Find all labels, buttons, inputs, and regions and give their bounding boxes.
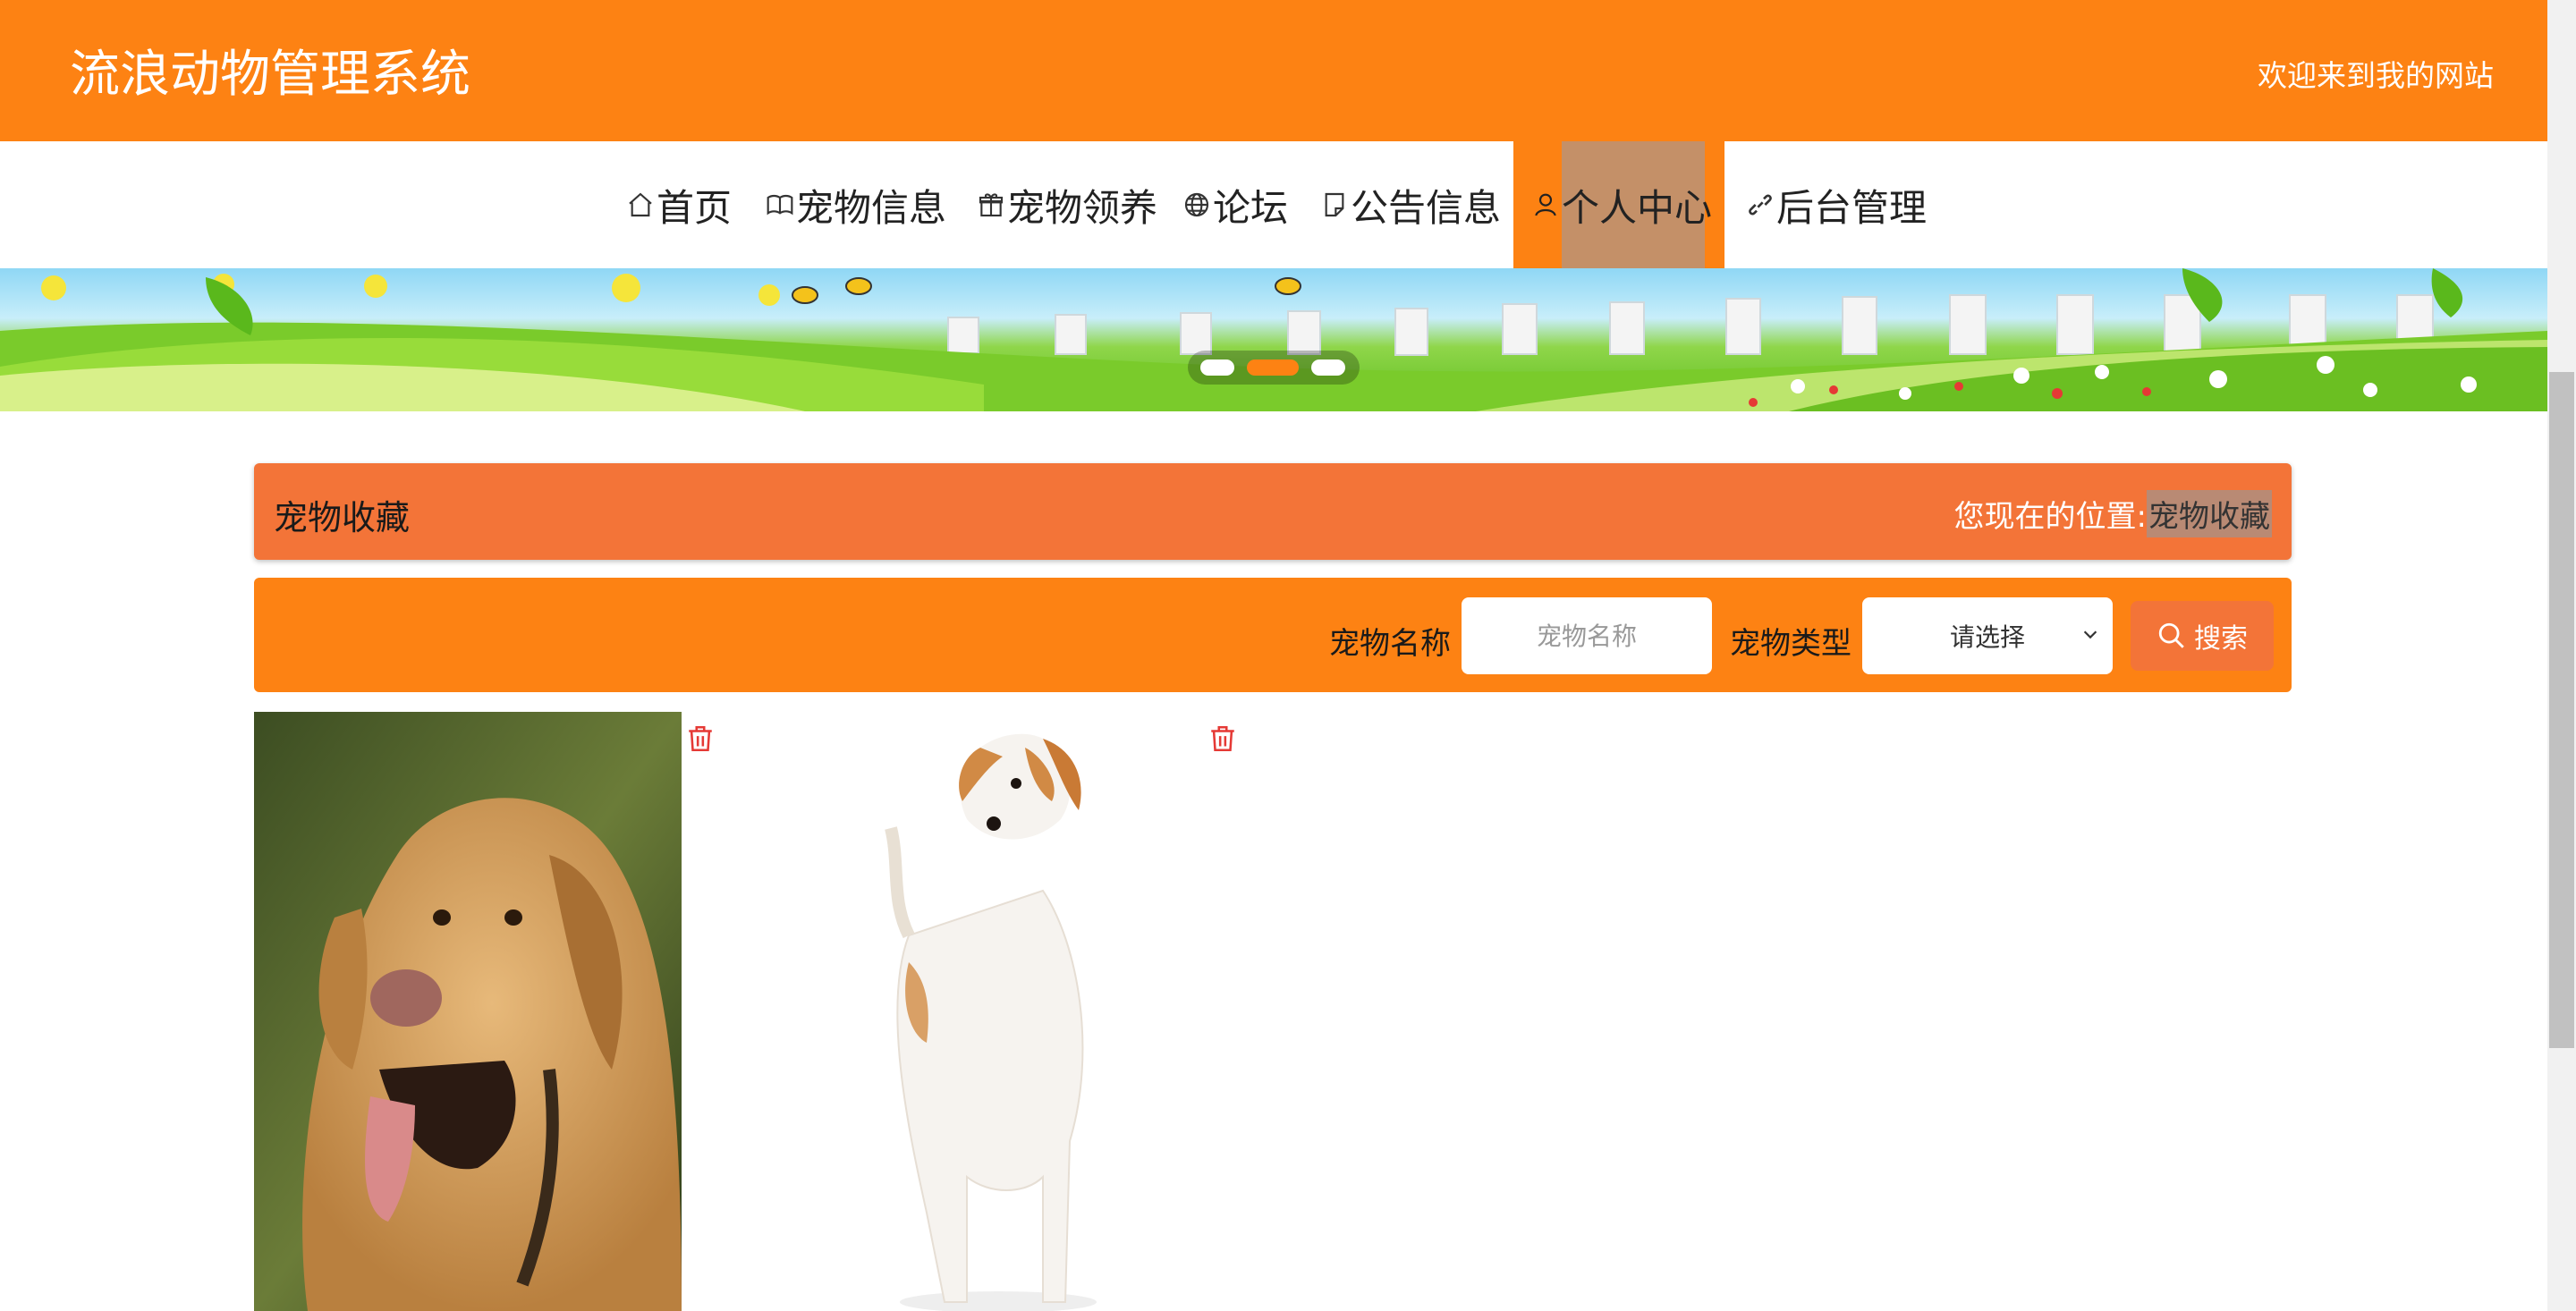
- breadcrumb: 您现在的位置: 宠物收藏: [1954, 490, 2272, 537]
- main-nav: 首页 宠物信息 宠物领养 论坛 公告信息 个人中心 后台管理: [0, 141, 2547, 268]
- welcome-text: 欢迎来到我的网站: [2258, 58, 2494, 93]
- carousel-dot-3[interactable]: [1311, 359, 1345, 376]
- page: 流浪动物管理系统 欢迎来到我的网站 首页 宠物信息 宠物领养 论坛 公告信息 个…: [0, 0, 2547, 1311]
- page-scrollbar-thumb[interactable]: [2549, 372, 2574, 1048]
- pet-image-golden-retriever: [254, 712, 682, 1311]
- favorite-card-1[interactable]: [254, 712, 682, 1311]
- nav-item-admin[interactable]: 后台管理: [1746, 141, 1927, 268]
- user-icon: [1535, 193, 1556, 216]
- link-icon: [1749, 194, 1772, 216]
- chevron-down-icon: [2083, 630, 2097, 639]
- nav-item-announcements[interactable]: 公告信息: [1320, 141, 1501, 268]
- pet-type-label: 宠物类型: [1730, 626, 1852, 662]
- breadcrumb-label: 您现在的位置:: [1953, 499, 2147, 535]
- pet-type-selected: 请选择: [1949, 622, 2025, 652]
- carousel-dot-2-active[interactable]: [1247, 359, 1299, 376]
- nav-item-label: 宠物信息: [796, 185, 947, 230]
- site-header: 流浪动物管理系统 欢迎来到我的网站: [0, 0, 2547, 141]
- search-icon: [2158, 622, 2184, 648]
- trash-icon[interactable]: [1208, 723, 1238, 755]
- nav-item-forum[interactable]: 论坛: [1182, 141, 1288, 268]
- breadcrumb-current[interactable]: 宠物收藏: [2147, 490, 2272, 537]
- home-icon: [629, 192, 652, 217]
- pet-image-jack-russell-terrier: [775, 712, 1202, 1311]
- breadcrumb-bar: 宠物收藏 您现在的位置: 宠物收藏: [254, 463, 2292, 560]
- nav-item-label: 首页: [657, 185, 733, 230]
- carousel-dot-1[interactable]: [1200, 359, 1234, 376]
- nav-item-label: 论坛: [1213, 185, 1289, 230]
- nav-item-label: 个人中心: [1562, 185, 1713, 230]
- search-button-label: 搜索: [2194, 623, 2248, 655]
- search-button[interactable]: 搜索: [2131, 601, 2274, 671]
- pet-name-input[interactable]: [1462, 597, 1712, 674]
- site-title: 流浪动物管理系统: [70, 46, 470, 104]
- nav-item-label: 宠物领养: [1007, 185, 1158, 230]
- pet-name-label: 宠物名称: [1329, 626, 1451, 662]
- search-bar: 宠物名称 宠物类型 请选择 搜索: [254, 578, 2292, 692]
- note-icon: [1325, 192, 1344, 217]
- nav-item-label: 后台管理: [1776, 185, 1928, 230]
- gift-icon: [979, 193, 1004, 217]
- nav-item-pet-adoption[interactable]: 宠物领养: [977, 141, 1157, 268]
- page-title: 宠物收藏: [274, 498, 411, 537]
- pet-type-select[interactable]: 请选择: [1862, 597, 2113, 674]
- nav-item-pet-info[interactable]: 宠物信息: [766, 141, 946, 268]
- banner-carousel[interactable]: [0, 268, 2547, 411]
- nav-item-home[interactable]: 首页: [626, 141, 732, 268]
- favorite-card-2[interactable]: [775, 712, 1202, 1311]
- globe-icon: [1184, 192, 1209, 217]
- book-icon: [767, 194, 793, 216]
- carousel-indicators: [1188, 351, 1360, 385]
- banner-image: [0, 268, 2547, 411]
- trash-icon[interactable]: [685, 723, 716, 755]
- nav-item-personal-center[interactable]: 个人中心: [1531, 141, 1712, 268]
- nav-item-label: 公告信息: [1351, 185, 1502, 230]
